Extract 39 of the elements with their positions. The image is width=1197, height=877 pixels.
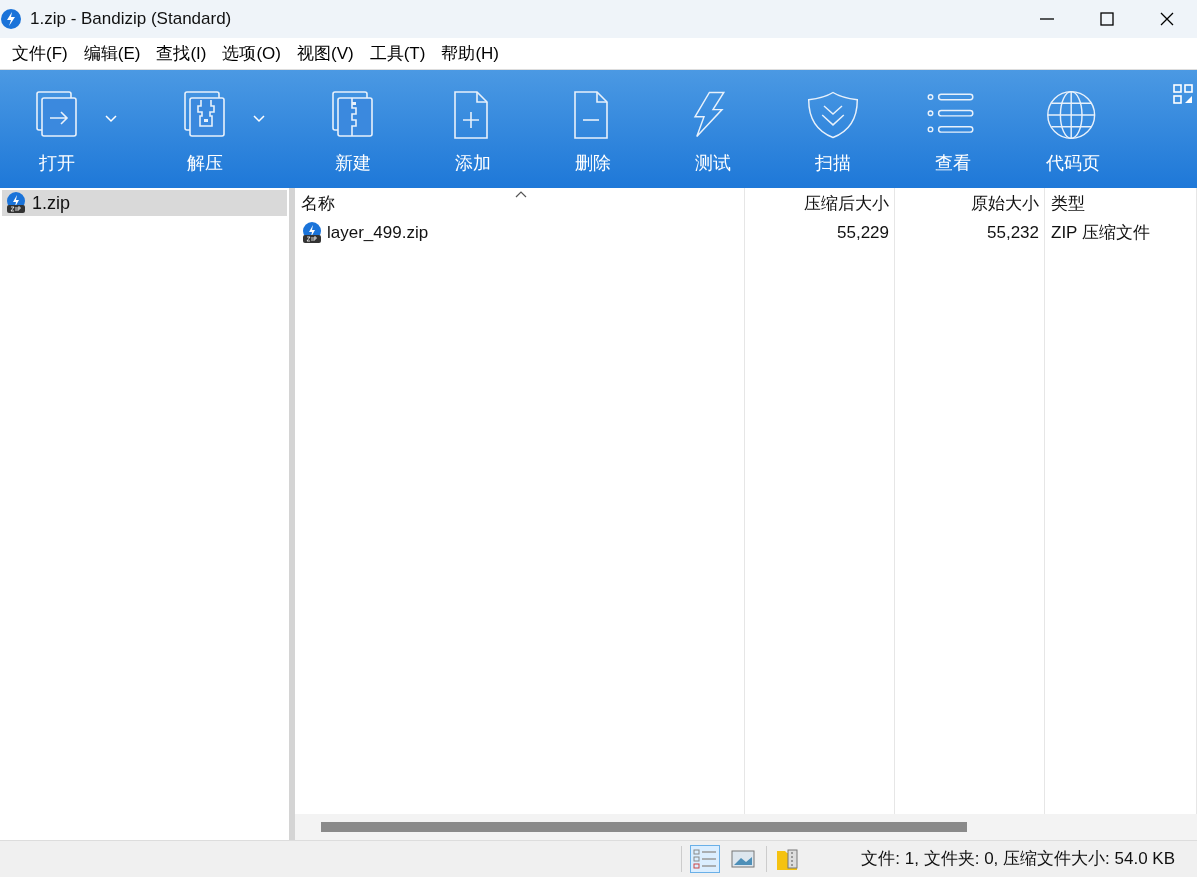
table-cell-text: 55,229 xyxy=(836,222,890,245)
maximize-icon xyxy=(1100,12,1114,26)
menu-item[interactable]: 工具(T) xyxy=(361,38,434,69)
close-icon xyxy=(1160,12,1174,26)
header-label: 原始大小 xyxy=(971,193,1039,216)
header-label: 类型 xyxy=(1051,193,1085,216)
toolbar-button[interactable]: 测试 xyxy=(674,70,752,188)
layout-grid-icon xyxy=(1173,84,1193,104)
toolbar-button[interactable]: 代码页 xyxy=(1034,70,1112,188)
table-cell-text: ZIP 压缩文件 xyxy=(1050,222,1151,245)
toolbar-button[interactable]: 删除 xyxy=(554,70,632,188)
toolbar-button[interactable]: 新建 xyxy=(314,70,392,188)
scrollbar-thumb[interactable] xyxy=(321,822,967,832)
window-title: 1.zip - Bandizip (Standard) xyxy=(30,8,233,31)
view-mode-button[interactable] xyxy=(690,845,721,873)
toolbar-button[interactable]: 添加 xyxy=(434,70,512,188)
toolbar-button[interactable]: 打开 xyxy=(18,70,96,188)
zip-file-icon xyxy=(6,192,26,214)
menu-item[interactable]: 帮助(H) xyxy=(433,38,507,69)
header-label: 压缩后大小 xyxy=(804,193,889,216)
tree-item[interactable]: 1.zip xyxy=(2,190,287,216)
menu-item[interactable]: 文件(F) xyxy=(4,38,76,69)
toolbar-button[interactable]: 扫描 xyxy=(794,70,872,188)
horizontal-scrollbar[interactable] xyxy=(295,814,1197,840)
caret-icon xyxy=(105,114,117,123)
file-name[interactable]: layer_499.zip xyxy=(327,220,429,246)
header-label: 名称 xyxy=(301,193,335,216)
toolbar-button[interactable]: 查看 xyxy=(914,70,992,188)
status-text: 文件: 1, 文件夹: 0, 压缩文件大小: 54.0 KB xyxy=(861,848,1175,871)
table-cell-text: 55,232 xyxy=(986,222,1040,245)
menu-item[interactable]: 编辑(E) xyxy=(75,38,149,69)
zip-file-icon xyxy=(301,222,323,244)
caret-icon xyxy=(253,114,265,123)
menu-item[interactable]: 视图(V) xyxy=(289,38,362,69)
toolbar-button[interactable]: 解压 xyxy=(166,70,244,188)
minimize-icon xyxy=(1040,18,1054,20)
menu-item[interactable]: 选项(O) xyxy=(214,38,289,69)
app-logo-icon xyxy=(0,8,22,30)
menu-item[interactable]: 查找(I) xyxy=(148,38,215,69)
